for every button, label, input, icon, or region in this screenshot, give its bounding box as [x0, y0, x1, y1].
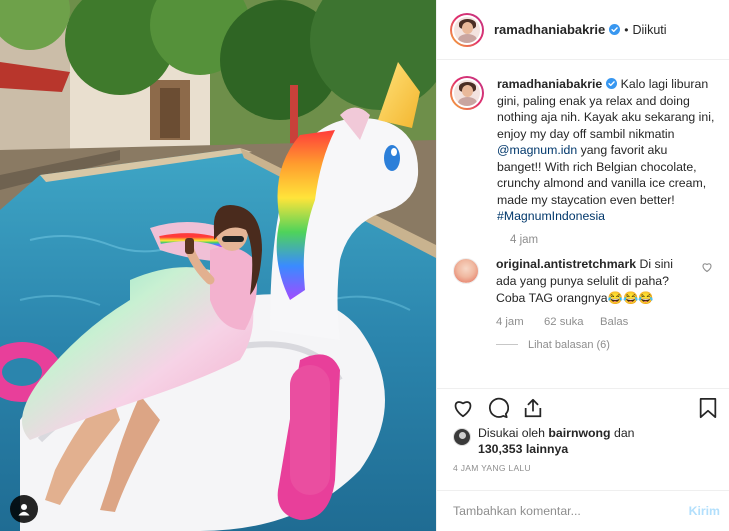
likes-text: Disukai oleh bairnwong dan 130,353 lainn… [478, 426, 678, 457]
view-replies-button[interactable]: Lihat balasan (6) [496, 339, 716, 351]
comment-time[interactable]: 4 jam [496, 316, 544, 328]
comment-icon[interactable] [486, 396, 510, 420]
share-icon[interactable] [521, 396, 545, 420]
post-photo[interactable] [0, 0, 436, 531]
comment-likes[interactable]: 62 suka [544, 316, 600, 328]
avatar[interactable] [450, 12, 484, 47]
post-timestamp[interactable]: 4 JAM YANG LALU [453, 463, 531, 473]
comment-avatar[interactable] [453, 257, 479, 284]
replies-line [496, 344, 518, 345]
post-comment-button[interactable]: Kirim [689, 504, 720, 518]
user-tag-icon[interactable] [10, 495, 38, 523]
caption-username[interactable]: ramadhaniabakrie [497, 77, 602, 91]
verified-icon [606, 78, 618, 89]
caption-hashtag-link[interactable]: #MagnumIndonesia [497, 209, 605, 223]
comment-heart-icon[interactable] [701, 261, 713, 273]
likes-count[interactable]: 130,353 lainnya [478, 442, 568, 456]
caption-avatar[interactable] [450, 76, 484, 110]
reply-button[interactable]: Balas [600, 316, 628, 328]
photo-illustration [0, 0, 436, 531]
liker-avatar[interactable] [453, 428, 471, 446]
header-username[interactable]: ramadhaniabakrie [494, 22, 605, 37]
post-header: ramadhaniabakrie • Diikuti [437, 0, 729, 60]
comment-text: original.antistretchmark Di sini ada yan… [496, 256, 696, 307]
add-comment-box: Kirim [437, 490, 729, 531]
liker-username[interactable]: bairnwong [548, 426, 610, 440]
post-panel: ramadhaniabakrie • Diikuti ramadhaniabak… [436, 0, 729, 531]
view-replies-label[interactable]: Lihat balasan (6) [528, 339, 610, 351]
verified-icon [609, 24, 621, 35]
caption-mention-link[interactable]: @magnum.idn [497, 143, 577, 157]
likes-prefix: Disukai oleh [478, 426, 549, 440]
action-bar [437, 388, 729, 426]
header-separator: • [624, 22, 629, 37]
comment-meta: 4 jam 62 suka Balas [496, 316, 716, 328]
likes-summary: Disukai oleh bairnwong dan 130,353 lainn… [437, 426, 729, 457]
caption-text: ramadhaniabakrie Kalo lagi liburan gini,… [497, 76, 715, 225]
comment-username[interactable]: original.antistretchmark [496, 257, 636, 271]
comment-item: original.antistretchmark Di sini ada yan… [450, 256, 716, 307]
heart-icon[interactable] [451, 396, 475, 420]
caption: ramadhaniabakrie Kalo lagi liburan gini,… [450, 76, 716, 225]
comments-section[interactable]: ramadhaniabakrie Kalo lagi liburan gini,… [437, 61, 729, 387]
bookmark-icon[interactable] [698, 397, 718, 422]
comment-input[interactable] [453, 504, 673, 518]
follow-state-button[interactable]: Diikuti [632, 23, 666, 37]
likes-middle: dan [610, 426, 635, 440]
caption-time[interactable]: 4 jam [510, 234, 716, 246]
